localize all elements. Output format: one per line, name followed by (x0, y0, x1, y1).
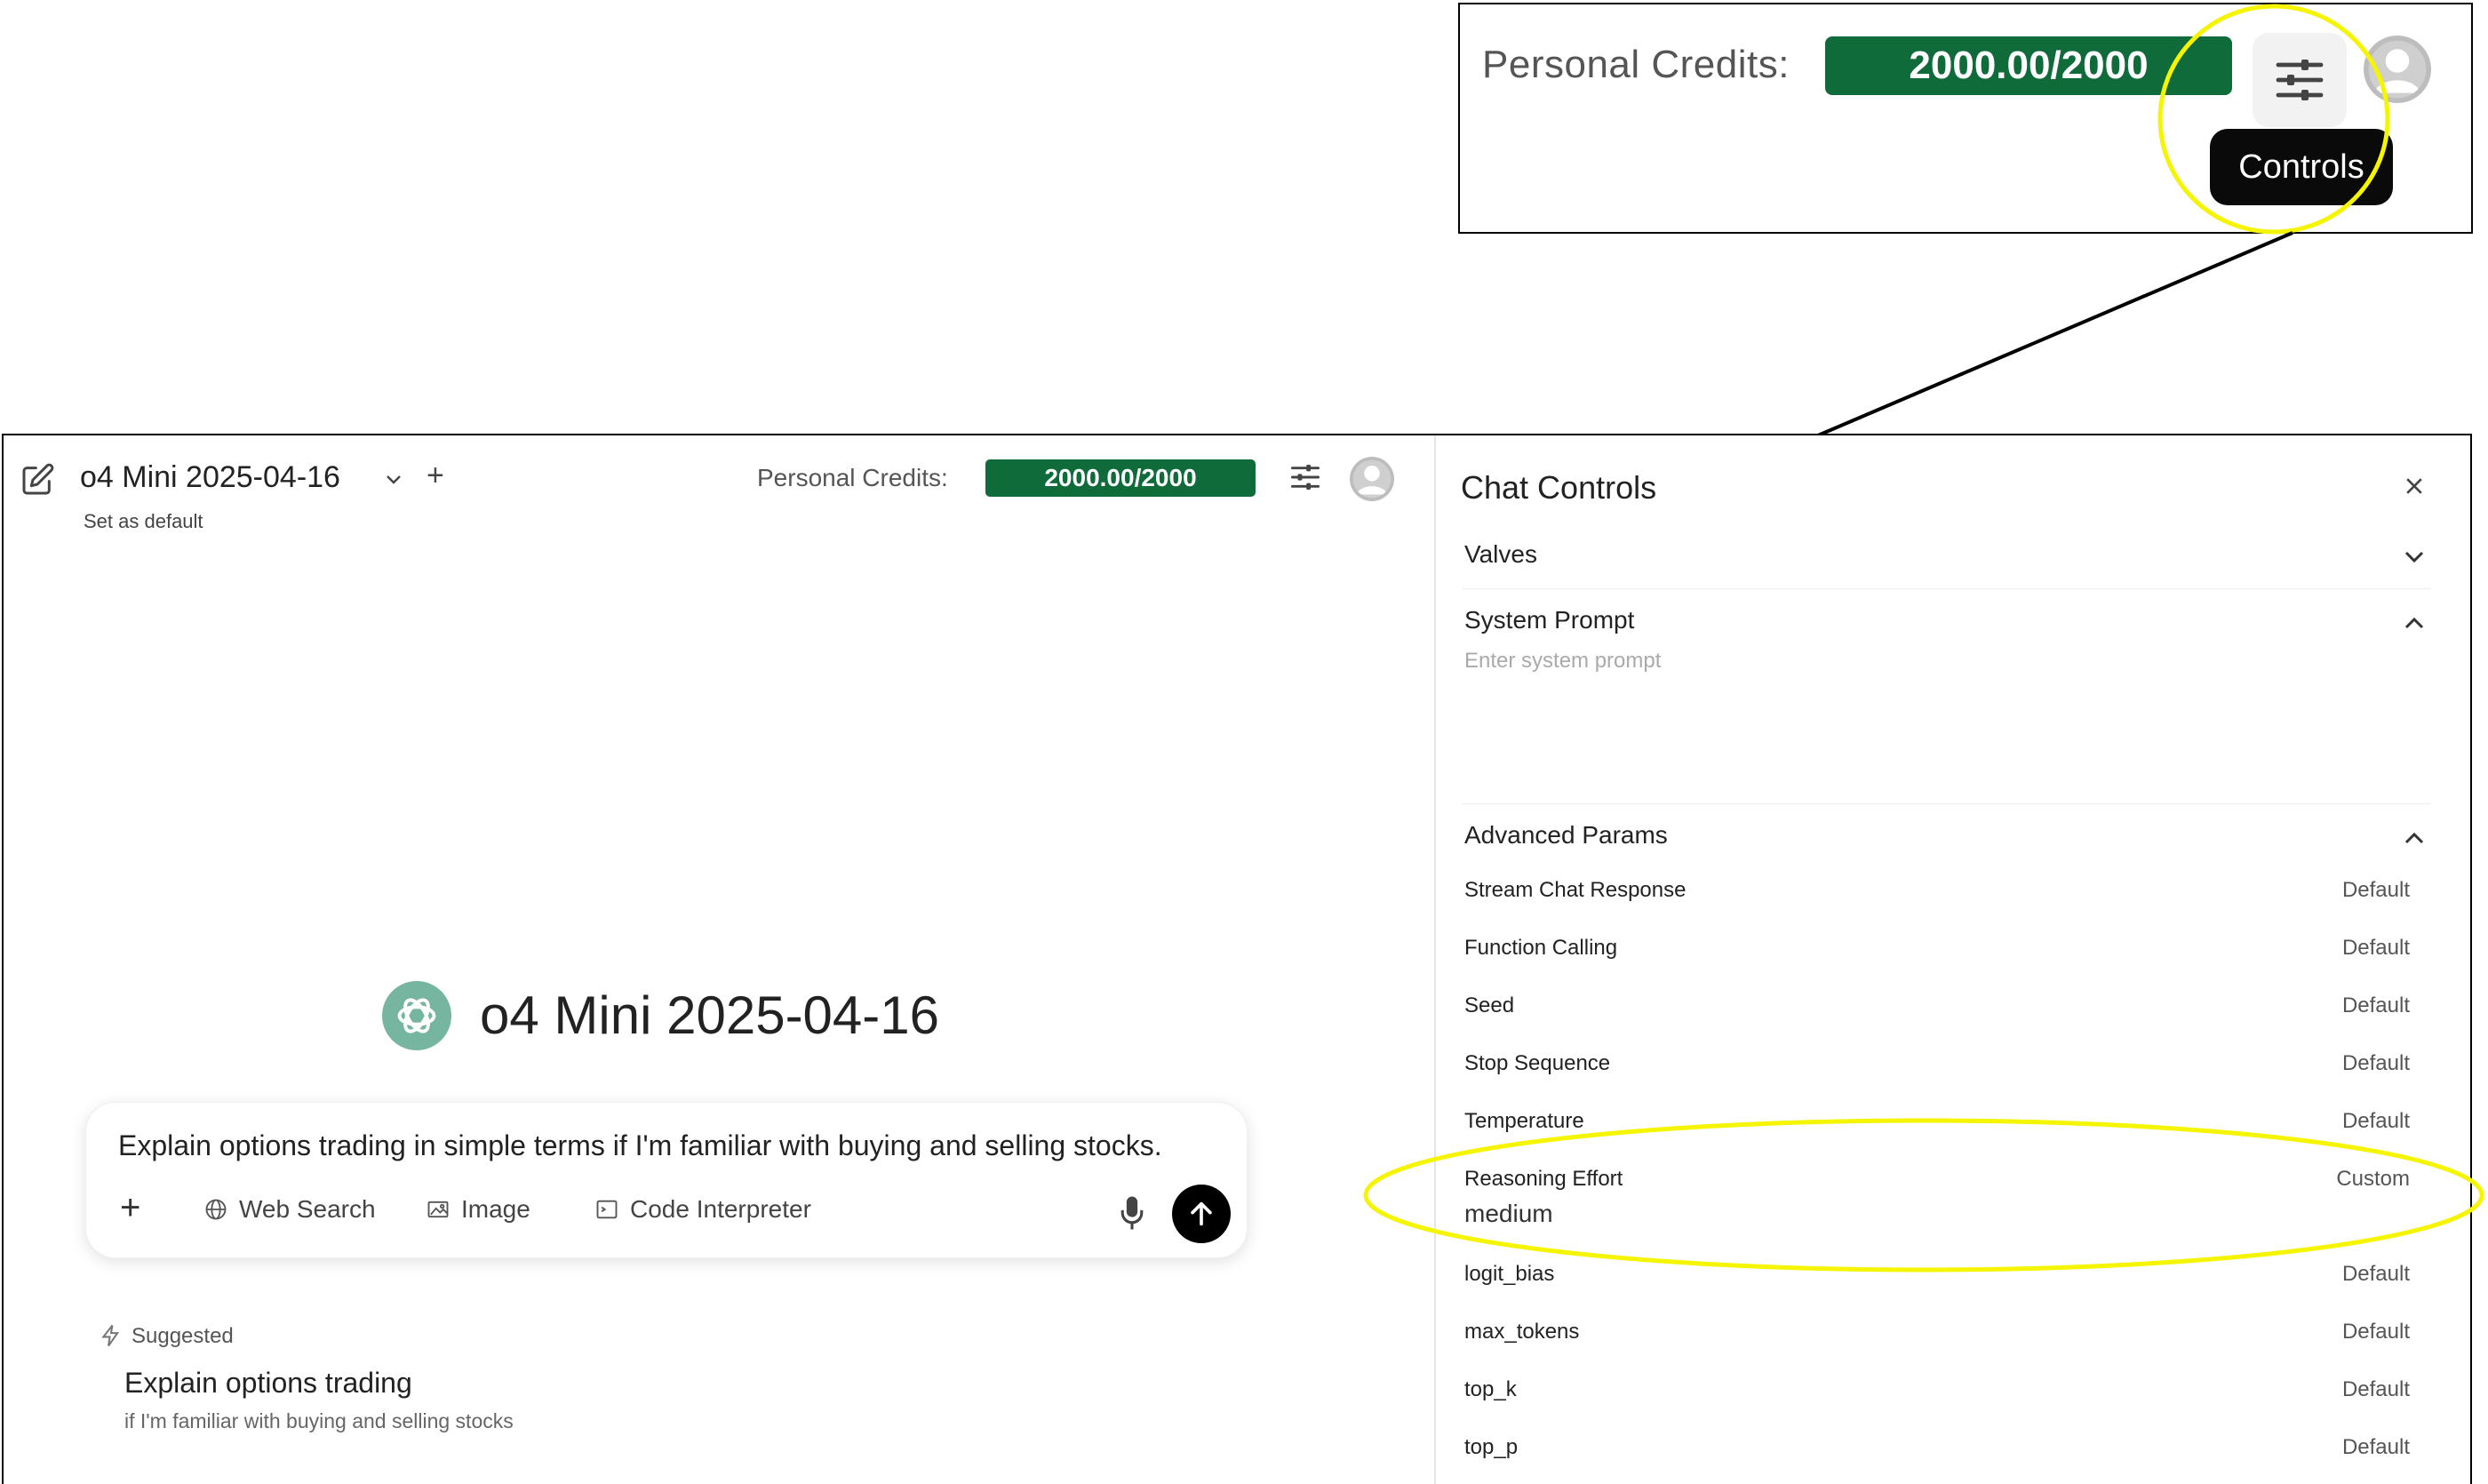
valves-section[interactable]: Valves (1464, 540, 1537, 569)
divider (1463, 588, 2431, 589)
image-label: Image (461, 1195, 530, 1223)
terminal-icon (596, 1200, 618, 1219)
param-value[interactable]: Default (2342, 1262, 2410, 1287)
attach-plus-button[interactable]: + (120, 1188, 140, 1228)
param-row[interactable]: Temperature Default (1464, 1109, 2410, 1145)
param-name: max_tokens (1464, 1320, 1580, 1344)
chat-area: o4 Mini 2025-04-16 + Set as default Pers… (4, 435, 1434, 1484)
sliders-icon[interactable] (1290, 462, 1320, 492)
suggestion-title[interactable]: Explain options trading (124, 1367, 412, 1400)
advanced-params-section[interactable]: Advanced Params (1464, 821, 1668, 850)
param-value[interactable]: Default (2342, 878, 2410, 903)
model-heading: o4 Mini 2025-04-16 (480, 985, 940, 1045)
chevron-down-icon[interactable] (2403, 549, 2426, 565)
param-row[interactable]: logit_bias Default (1464, 1262, 2410, 1297)
lightning-icon (101, 1324, 120, 1347)
panel-title: Chat Controls (1461, 469, 1657, 506)
credits-label: Personal Credits: (757, 464, 948, 491)
message-input[interactable]: Explain options trading in simple terms … (118, 1129, 1162, 1162)
system-prompt-section[interactable]: System Prompt (1464, 606, 1634, 634)
param-value[interactable]: Default (2342, 1320, 2410, 1344)
chevron-down-icon[interactable] (384, 473, 403, 487)
param-value[interactable]: Default (2342, 993, 2410, 1018)
param-value[interactable]: Default (2342, 1051, 2410, 1076)
arrow-up-icon (1191, 1201, 1212, 1226)
suggested-label: Suggested (132, 1324, 234, 1348)
edit-icon[interactable] (20, 462, 55, 498)
param-value[interactable]: Default (2342, 1377, 2410, 1402)
chevron-up-icon[interactable] (2403, 830, 2426, 846)
param-row[interactable]: Function Calling Default (1464, 936, 2410, 971)
zoom-credits-badge: 2000.00/2000 (1825, 36, 2232, 95)
web-search-button[interactable]: Web Search (203, 1195, 376, 1224)
param-name: Stop Sequence (1464, 1051, 1611, 1075)
add-model-button[interactable]: + (427, 459, 444, 493)
openai-logo-icon (382, 981, 451, 1050)
image-button[interactable]: Image (426, 1195, 530, 1224)
param-name: logit_bias (1464, 1262, 1555, 1286)
param-value[interactable]: Custom (2336, 1167, 2410, 1192)
chevron-up-icon[interactable] (2403, 615, 2426, 631)
message-composer[interactable]: Explain options trading in simple terms … (85, 1102, 1248, 1258)
globe-icon (205, 1199, 227, 1220)
code-interpreter-label: Code Interpreter (630, 1195, 811, 1223)
param-name: top_k (1464, 1377, 1517, 1401)
code-interpreter-button[interactable]: Code Interpreter (594, 1195, 811, 1224)
sliders-icon (2276, 60, 2324, 100)
param-value[interactable]: Default (2342, 1435, 2410, 1460)
param-value[interactable]: Default (2342, 936, 2410, 961)
param-name: Function Calling (1464, 936, 1618, 960)
set-default-link[interactable]: Set as default (84, 510, 203, 533)
param-row[interactable]: Stop Sequence Default (1464, 1051, 2410, 1087)
suggestion-subtitle[interactable]: if I'm familiar with buying and selling … (124, 1409, 514, 1433)
microphone-icon[interactable] (1119, 1195, 1145, 1231)
param-row-reasoning-effort[interactable]: Reasoning Effort Custom (1464, 1167, 2410, 1202)
param-row[interactable]: max_tokens Default (1464, 1320, 2410, 1355)
param-row[interactable]: Stream Chat Response Default (1464, 878, 2410, 914)
image-icon (427, 1201, 449, 1218)
model-selector[interactable]: o4 Mini 2025-04-16 (80, 460, 340, 495)
param-name: Stream Chat Response (1464, 878, 1687, 902)
param-row[interactable]: top_k Default (1464, 1377, 2410, 1413)
controls-tooltip: Controls (2210, 129, 2393, 205)
param-row[interactable]: top_p Default (1464, 1435, 2410, 1471)
zoom-credits-label: Personal Credits: (1482, 43, 1790, 86)
param-name: Reasoning Effort (1464, 1167, 1623, 1191)
web-search-label: Web Search (239, 1195, 376, 1223)
zoom-controls-button[interactable] (2253, 33, 2347, 127)
close-icon[interactable] (2403, 475, 2426, 498)
system-prompt-input[interactable]: Enter system prompt (1464, 649, 1661, 674)
zoom-avatar-icon[interactable] (2364, 36, 2431, 103)
divider (1463, 803, 2431, 804)
reasoning-effort-value[interactable]: medium (1464, 1200, 1553, 1228)
param-name: Temperature (1464, 1109, 1584, 1133)
param-name: top_p (1464, 1435, 1519, 1459)
credits-badge: 2000.00/2000 (985, 459, 1256, 497)
param-row[interactable]: Seed Default (1464, 993, 2410, 1029)
user-avatar-icon[interactable] (1350, 457, 1394, 501)
main-screenshot: o4 Mini 2025-04-16 + Set as default Pers… (2, 434, 2472, 1484)
chat-controls-panel: Chat Controls Valves System Prompt Enter… (1434, 435, 2470, 1484)
send-button[interactable] (1172, 1185, 1231, 1243)
param-name: Seed (1464, 993, 1515, 1017)
param-value[interactable]: Default (2342, 1109, 2410, 1134)
